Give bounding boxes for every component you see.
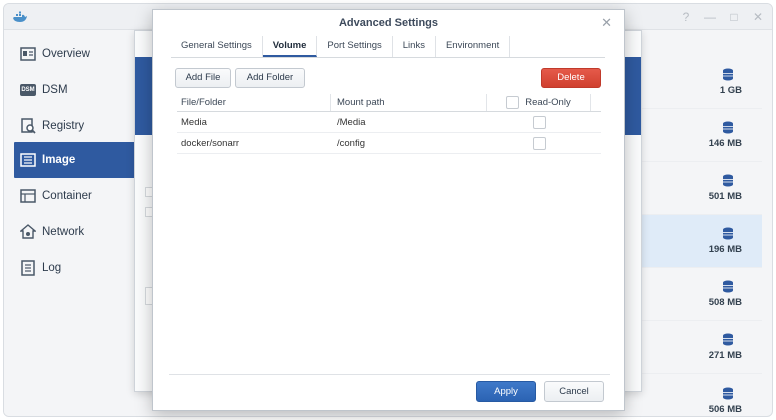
overview-icon [20,47,36,61]
database-icon [723,280,733,293]
table-row[interactable]: docker/sonarr /config [177,133,601,154]
file-folder-cell: docker/sonarr [181,137,240,149]
help-icon[interactable]: ? [680,10,692,24]
window-controls: ? — □ ✕ [680,10,764,24]
column-header-read-only[interactable]: Read-Only [487,94,591,111]
read-only-checkbox[interactable] [532,136,546,150]
advanced-settings-dialog: Advanced Settings ✕ General Settings Vol… [152,9,625,411]
image-size: 271 MB [708,350,742,361]
tab-bar: General Settings Volume Port Settings Li… [171,36,605,58]
read-only-cell [487,112,591,132]
image-size: 508 MB [708,297,742,308]
read-only-cell [487,133,591,153]
dialog-title: Advanced Settings [338,17,439,29]
tab-environment[interactable]: Environment [436,36,511,57]
image-icon [20,153,36,167]
column-header-mount-path[interactable]: Mount path [331,94,487,111]
read-only-header-label: Read-Only [525,97,571,108]
delete-button[interactable]: Delete [541,68,601,88]
cancel-button[interactable]: Cancel [544,381,604,402]
tab-links[interactable]: Links [393,36,436,57]
image-size: 146 MB [708,138,742,149]
minimize-icon[interactable]: — [704,10,716,24]
image-size: 501 MB [708,191,742,202]
database-icon [723,333,733,346]
file-folder-cell: Media [181,116,207,128]
sidebar-item-label: Registry [42,120,85,132]
add-folder-button[interactable]: Add Folder [235,68,305,88]
container-icon [20,189,36,203]
image-size: 196 MB [708,244,742,255]
list-item[interactable]: 271 MB [622,321,762,374]
sidebar-item-image[interactable]: Image [14,142,138,178]
list-item[interactable]: 196 MB [622,215,762,268]
footer-divider [169,374,610,375]
read-only-checkbox[interactable] [532,115,546,129]
database-icon [723,387,733,399]
registry-icon [21,118,36,134]
tab-volume[interactable]: Volume [262,36,318,57]
sidebar: Overview DSM DSM Registry Image Containe… [4,30,144,416]
close-icon[interactable]: ✕ [601,15,612,31]
table-header: File/Folder Mount path Read-Only [177,94,601,112]
add-file-button[interactable]: Add File [175,68,231,88]
list-item[interactable]: 146 MB [622,109,762,162]
list-item[interactable]: 1 GB [622,56,762,109]
sidebar-item-overview[interactable]: Overview [14,36,138,72]
image-list: 1 GB 146 MB 501 MB 196 MB 508 MB 271 MB … [622,56,762,416]
tab-port-settings[interactable]: Port Settings [317,36,393,57]
docker-logo-icon [13,11,27,22]
sidebar-item-registry[interactable]: Registry [14,108,138,144]
volume-table: File/Folder Mount path Read-Only Media /… [177,94,601,154]
table-row[interactable]: Media /Media [177,112,601,133]
database-icon [723,227,733,240]
sidebar-item-log[interactable]: Log [14,250,138,286]
dsm-icon: DSM [20,84,36,96]
database-icon [723,121,733,134]
close-window-icon[interactable]: ✕ [752,10,764,24]
sidebar-item-label: Image [42,154,76,166]
mount-path-cell: /Media [337,116,366,128]
sidebar-item-container[interactable]: Container [14,178,138,214]
sidebar-item-label: Log [42,262,62,274]
column-header-file-folder[interactable]: File/Folder [177,94,331,111]
image-size: 1 GB [719,85,742,96]
sidebar-item-dsm[interactable]: DSM DSM [14,72,138,108]
list-item[interactable]: 506 MB [622,374,762,416]
database-icon [723,174,733,187]
sidebar-item-label: Overview [42,48,90,60]
sidebar-item-label: DSM [42,84,68,96]
database-icon [723,68,733,81]
apply-button[interactable]: Apply [476,381,536,402]
list-item[interactable]: 501 MB [622,162,762,215]
dialog-header-band [623,57,641,135]
maximize-icon[interactable]: □ [728,10,740,24]
mount-path-cell: /config [337,137,365,149]
sidebar-item-label: Container [42,190,92,202]
sidebar-item-label: Network [42,226,85,238]
log-icon [21,260,35,276]
sidebar-item-network[interactable]: Network [14,214,138,250]
network-icon [20,224,36,239]
read-only-select-all-checkbox[interactable] [506,96,520,109]
image-size: 506 MB [708,403,742,415]
tab-general-settings[interactable]: General Settings [171,36,263,57]
list-item[interactable]: 508 MB [622,268,762,321]
